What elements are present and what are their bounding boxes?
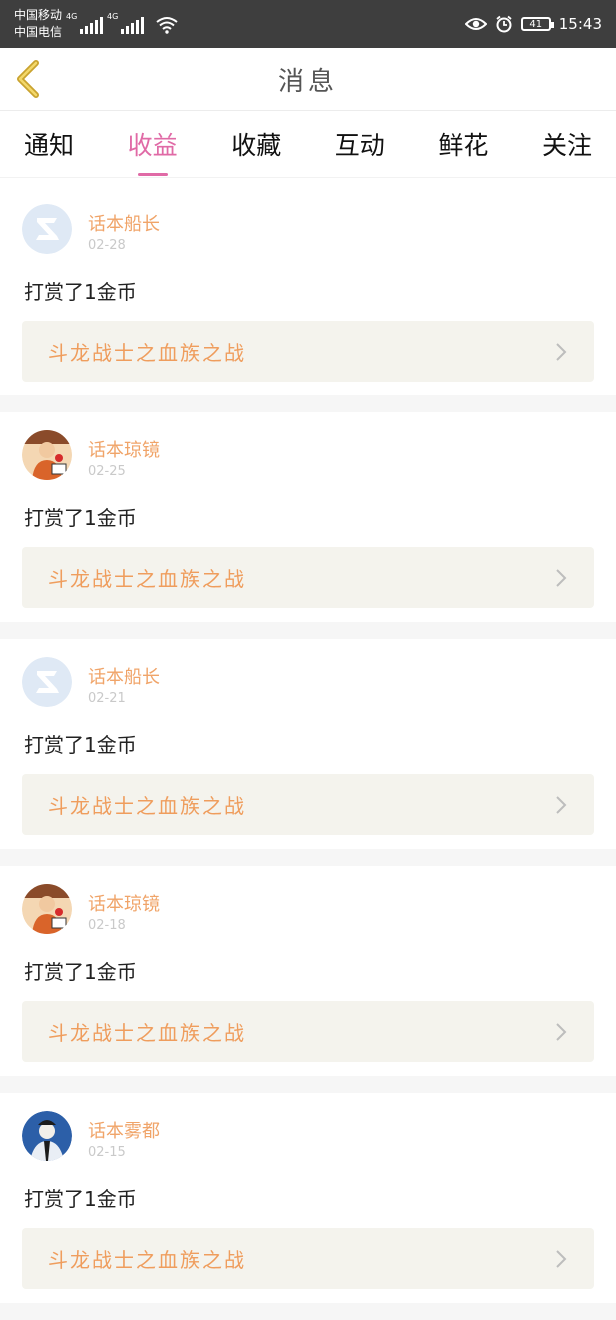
list-item: 话本船长 02-21 打赏了1金币 斗龙战士之血族之战 <box>0 639 616 849</box>
book-title: 斗龙战士之血族之战 <box>48 341 246 365</box>
signal-2: 4G <box>107 12 145 34</box>
list-item: 话本船长 02-28 打赏了1金币 斗龙战士之血族之战 <box>0 186 616 395</box>
book-link[interactable]: 斗龙战士之血族之战 <box>22 1001 594 1062</box>
user-photo-icon <box>22 430 72 480</box>
network-type-2: 4G <box>107 12 119 21</box>
message-list: 话本船长 02-28 打赏了1金币 斗龙战士之血族之战 话本琼镜 02-25 打… <box>0 186 616 1320</box>
signal-bars-icon <box>80 16 104 34</box>
message-text: 打赏了1金币 <box>24 960 137 984</box>
network-type-1: 4G <box>66 12 78 21</box>
username[interactable]: 话本琼镜 <box>88 890 160 916</box>
status-bar: 中国移动 中国电信 4G 4G 41 15:43 <box>0 0 616 48</box>
qq-default-avatar-icon <box>22 657 72 707</box>
book-title: 斗龙战士之血族之战 <box>48 794 246 818</box>
signal-bars-icon <box>121 16 145 34</box>
book-link[interactable]: 斗龙战士之血族之战 <box>22 547 594 608</box>
message-date: 02-28 <box>88 238 126 253</box>
message-date: 02-15 <box>88 1145 126 1160</box>
carrier-2: 中国电信 <box>14 25 63 39</box>
tab-notifications[interactable]: 通知 <box>24 120 74 168</box>
book-title: 斗龙战士之血族之战 <box>48 567 246 591</box>
username[interactable]: 话本船长 <box>88 210 160 236</box>
chevron-right-icon <box>556 795 567 814</box>
avatar[interactable] <box>22 657 72 707</box>
book-link[interactable]: 斗龙战士之血族之战 <box>22 774 594 835</box>
message-text: 打赏了1金币 <box>24 280 137 304</box>
avatar[interactable] <box>22 430 72 480</box>
tab-flowers[interactable]: 鲜花 <box>438 120 488 168</box>
message-text: 打赏了1金币 <box>24 1187 137 1211</box>
message-text: 打赏了1金币 <box>24 506 137 530</box>
book-title: 斗龙战士之血族之战 <box>48 1248 246 1272</box>
message-text: 打赏了1金币 <box>24 733 137 757</box>
battery-icon: 41 <box>520 17 554 31</box>
list-item: 话本琼镜 02-18 打赏了1金币 斗龙战士之血族之战 <box>0 866 616 1076</box>
list-item: 话本雾都 02-15 打赏了1金币 斗龙战士之血族之战 <box>0 1093 616 1303</box>
username[interactable]: 话本船长 <box>88 663 160 689</box>
message-date: 02-21 <box>88 691 126 706</box>
book-link[interactable]: 斗龙战士之血族之战 <box>22 321 594 382</box>
tab-following[interactable]: 关注 <box>542 120 592 168</box>
chevron-right-icon <box>556 1249 567 1268</box>
tab-favorites[interactable]: 收藏 <box>231 120 281 168</box>
chevron-right-icon <box>556 342 567 361</box>
status-right: 41 15:43 <box>464 15 602 33</box>
app-header: 消息 <box>0 48 616 111</box>
clock: 15:43 <box>558 15 602 33</box>
avatar[interactable] <box>22 1111 72 1161</box>
signal-1: 4G <box>66 12 104 34</box>
avatar[interactable] <box>22 204 72 254</box>
back-arrow-icon[interactable] <box>14 60 44 98</box>
message-date: 02-25 <box>88 464 126 479</box>
tab-interactions[interactable]: 互动 <box>335 120 385 168</box>
chevron-right-icon <box>556 568 567 587</box>
qq-default-avatar-icon <box>22 204 72 254</box>
book-title: 斗龙战士之血族之战 <box>48 1021 246 1045</box>
carrier-info: 中国移动 中国电信 <box>14 7 62 41</box>
alarm-icon <box>496 15 512 33</box>
page-title: 消息 <box>277 66 338 97</box>
chevron-right-icon <box>556 1022 567 1041</box>
message-date: 02-18 <box>88 918 126 933</box>
battery-level: 41 <box>529 18 543 30</box>
username[interactable]: 话本雾都 <box>88 1117 160 1143</box>
user-photo-icon <box>22 1111 72 1161</box>
wifi-icon <box>156 17 178 34</box>
tab-earnings[interactable]: 收益 <box>128 120 178 176</box>
signal-indicators: 4G 4G <box>66 12 178 34</box>
eye-icon <box>464 18 487 30</box>
username[interactable]: 话本琼镜 <box>88 436 160 462</box>
tab-bar: 通知 收益 收藏 互动 鲜花 关注 <box>0 111 616 177</box>
user-photo-icon <box>22 884 72 934</box>
carrier-1: 中国移动 <box>14 8 63 22</box>
list-item: 话本琼镜 02-25 打赏了1金币 斗龙战士之血族之战 <box>0 412 616 622</box>
avatar[interactable] <box>22 884 72 934</box>
